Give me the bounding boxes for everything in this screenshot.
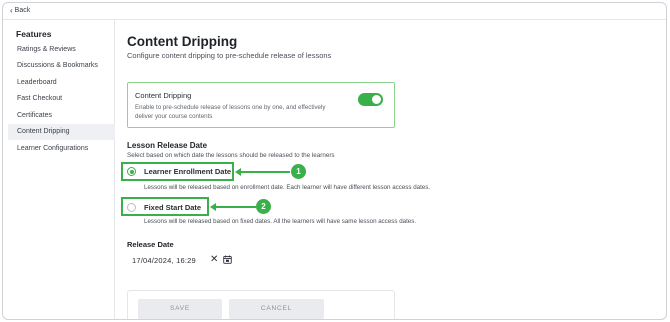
sidebar-item-discussions-bookmarks[interactable]: Discussions & Bookmarks xyxy=(8,58,115,74)
main-content: Content Dripping Configure content dripp… xyxy=(115,20,666,319)
arrow-annotation-1 xyxy=(235,168,290,176)
enrollment-label: Learner Enrollment Date xyxy=(144,167,232,176)
page-subtitle: Configure content dripping to pre-schedu… xyxy=(127,51,332,60)
content-dripping-toggle[interactable] xyxy=(358,93,383,106)
sidebar-item-certificates[interactable]: Certificates xyxy=(8,108,115,124)
fixed-date-label: Fixed Start Date xyxy=(144,203,202,212)
sidebar-item-content-dripping[interactable]: Content Dripping xyxy=(8,124,115,140)
sidebar-item-leaderboard[interactable]: Leaderboard xyxy=(8,75,115,91)
calendar-icon[interactable] xyxy=(223,255,232,264)
lesson-release-subtitle: Select based on which date the lessons s… xyxy=(127,152,335,159)
dripping-card-title: Content Dripping xyxy=(135,91,192,100)
chevron-left-icon: ‹ xyxy=(10,6,13,15)
enrollment-description: Lessons will be released based on enroll… xyxy=(144,184,431,191)
step-badge-1: 1 xyxy=(291,164,306,179)
app-window: ‹ Back Features Ratings & Reviews Discus… xyxy=(2,2,667,320)
content-dripping-card: Content Dripping Enable to pre-schedule … xyxy=(127,82,395,128)
toggle-knob xyxy=(372,95,381,104)
enrollment-radio[interactable] xyxy=(127,167,136,176)
sidebar-item-ratings-reviews[interactable]: Ratings & Reviews xyxy=(8,42,115,58)
back-label: Back xyxy=(14,7,31,14)
page-title: Content Dripping xyxy=(127,34,238,49)
lesson-release-title: Lesson Release Date xyxy=(127,141,208,150)
fixed-start-date-option[interactable]: Fixed Start Date xyxy=(127,203,201,212)
release-date-value[interactable]: 17/04/2024, 16:29 xyxy=(127,256,196,265)
release-date-label: Release Date xyxy=(127,240,174,249)
fixed-date-radio[interactable] xyxy=(127,203,136,212)
clear-icon[interactable]: ✕ xyxy=(210,254,218,266)
dripping-card-description: Enable to pre-schedule release of lesson… xyxy=(135,104,326,120)
cancel-button[interactable]: CANCEL xyxy=(229,299,324,319)
sidebar-item-learner-configurations[interactable]: Learner Configurations xyxy=(8,141,115,157)
sidebar: Features Ratings & Reviews Discussions &… xyxy=(3,20,115,319)
sidebar-item-fast-checkout[interactable]: Fast Checkout xyxy=(8,91,115,107)
save-button[interactable]: SAVE xyxy=(138,299,222,319)
step-badge-2: 2 xyxy=(256,199,271,214)
fixed-date-description: Lessons will be released based on fixed … xyxy=(144,218,417,225)
release-date-field[interactable]: 17/04/2024, 16:29 ✕ xyxy=(127,253,235,267)
arrow-annotation-2 xyxy=(210,203,256,211)
learner-enrollment-option[interactable]: Learner Enrollment Date xyxy=(127,167,231,176)
top-bar: ‹ Back xyxy=(3,3,666,20)
sidebar-title: Features xyxy=(16,29,52,39)
back-button[interactable]: ‹ Back xyxy=(10,6,31,15)
